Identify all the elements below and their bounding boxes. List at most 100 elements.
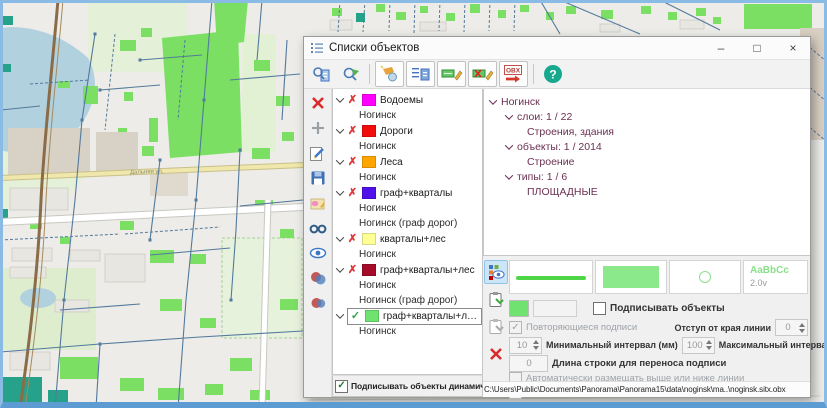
layer-map-name[interactable]: Ногинск xyxy=(335,247,482,262)
layer-item[interactable]: ✗ граф+кварталы xyxy=(335,185,482,201)
spinner-arrows[interactable] xyxy=(705,340,713,350)
label-color-swatch[interactable] xyxy=(509,300,529,317)
layer-label[interactable]: граф+кварталы+лес xyxy=(380,265,475,276)
chevron-down-icon[interactable] xyxy=(505,141,513,149)
layer-map-name[interactable]: Ногинск (граф дорог) xyxy=(335,293,482,308)
layer-label[interactable]: кварталы+лес xyxy=(380,234,446,245)
selected-item-box[interactable]: ✓ граф+кварталы+лес (пе... xyxy=(347,308,482,325)
fill-style-preview[interactable] xyxy=(595,260,667,294)
clear-style-icon[interactable] xyxy=(485,343,507,365)
legend-view-icon[interactable] xyxy=(484,260,508,284)
export-obx-icon[interactable]: OBX xyxy=(499,61,528,87)
dynamic-labels-checkbox[interactable] xyxy=(335,380,348,393)
layer-color-swatch[interactable] xyxy=(362,233,376,245)
label-objects-checkbox[interactable] xyxy=(593,302,606,315)
layer-label[interactable]: граф+кварталы+лес (пе... xyxy=(383,311,479,322)
tree-root[interactable]: Ногинск xyxy=(490,94,804,109)
chevron-down-icon[interactable] xyxy=(336,264,344,272)
tree-leaf[interactable]: ПЛОЩАДНЫЕ xyxy=(490,184,804,199)
point-style-preview[interactable] xyxy=(669,260,741,294)
dynamic-labels-row[interactable]: Подписывать объекты динамически xyxy=(332,375,483,397)
layer-map-name[interactable]: Ногинск xyxy=(335,201,482,216)
copy-style-icon[interactable] xyxy=(485,289,507,311)
edit-list-icon[interactable] xyxy=(308,144,328,162)
selection-overlay-1-icon[interactable] xyxy=(308,269,328,287)
minimize-button[interactable]: – xyxy=(706,38,736,58)
hidden-mark-icon[interactable]: ✗ xyxy=(347,265,358,276)
tree-leaf[interactable]: Строения, здания xyxy=(490,124,804,139)
chevron-down-icon[interactable] xyxy=(336,125,344,133)
layer-list[interactable]: ✗ Водоемы Ногинск ✗ Дороги Ногинск ✗ Лес… xyxy=(332,89,483,375)
layer-map-name[interactable]: Ногинск (граф дорог) xyxy=(335,216,482,231)
layer-map-name[interactable]: Ногинск xyxy=(335,324,482,339)
layer-item[interactable]: ✗ Леса xyxy=(335,154,482,170)
layer-item-selected[interactable]: ✓ граф+кварталы+лес (пе... xyxy=(335,308,482,324)
layer-color-swatch[interactable] xyxy=(362,264,376,276)
style-list-icon[interactable] xyxy=(308,194,328,212)
layer-label[interactable]: граф+кварталы xyxy=(380,188,452,199)
tree-node[interactable]: типы: 1 / 6 xyxy=(490,169,804,184)
line-style-preview[interactable] xyxy=(509,260,593,294)
hidden-mark-icon[interactable]: ✗ xyxy=(347,234,358,245)
find-binoculars-icon[interactable] xyxy=(308,219,328,237)
wrap-length-input[interactable]: 0 xyxy=(509,355,548,372)
layer-map-name[interactable]: Ногинск xyxy=(335,139,482,154)
layer-color-swatch[interactable] xyxy=(362,125,376,137)
hidden-mark-icon[interactable]: ✗ xyxy=(347,157,358,168)
layer-item[interactable]: ✗ Дороги xyxy=(335,123,482,139)
remove-from-list-icon[interactable] xyxy=(468,61,497,87)
dialog-list-icon xyxy=(311,42,323,54)
layer-color-swatch[interactable] xyxy=(362,94,376,106)
edit-list-composition-icon[interactable] xyxy=(437,61,466,87)
find-selected-icon[interactable] xyxy=(337,62,364,86)
max-interval-input[interactable]: 100 xyxy=(682,337,715,354)
chevron-down-icon[interactable] xyxy=(505,111,513,119)
layer-label[interactable]: Дороги xyxy=(380,126,413,137)
text-style-preview[interactable]: AaBbCc 2.0v xyxy=(743,260,808,294)
chevron-down-icon[interactable] xyxy=(336,94,344,102)
selection-overlay-2-icon[interactable] xyxy=(308,294,328,312)
delete-list-icon[interactable] xyxy=(308,94,328,112)
visible-mark-icon[interactable]: ✓ xyxy=(350,311,361,322)
maximize-button[interactable]: □ xyxy=(742,38,772,58)
show-on-map-eye-icon[interactable] xyxy=(308,244,328,262)
min-interval-input[interactable]: 10 xyxy=(509,337,542,354)
layer-label[interactable]: Леса xyxy=(380,157,403,168)
chevron-down-icon[interactable] xyxy=(336,310,344,318)
chevron-down-icon[interactable] xyxy=(336,233,344,241)
layer-item[interactable]: ✗ граф+кварталы+лес xyxy=(335,262,482,278)
chevron-down-icon[interactable] xyxy=(336,156,344,164)
tree-node[interactable]: слои: 1 / 22 xyxy=(490,109,804,124)
layer-item[interactable]: ✗ Водоемы xyxy=(335,92,482,108)
add-list-icon[interactable] xyxy=(308,119,328,137)
layer-map-name[interactable]: Ногинск xyxy=(335,108,482,123)
spinner-arrows[interactable] xyxy=(532,340,540,350)
edge-offset-input[interactable]: 0 xyxy=(775,319,808,336)
chevron-down-icon[interactable] xyxy=(336,187,344,195)
layer-map-name[interactable]: Ногинск xyxy=(335,278,482,293)
layer-color-swatch[interactable] xyxy=(362,156,376,168)
find-object-list-icon[interactable] xyxy=(308,62,335,86)
layer-color-swatch[interactable] xyxy=(365,310,379,322)
chevron-down-icon[interactable] xyxy=(505,171,513,179)
spinner-arrows[interactable] xyxy=(798,323,806,333)
hidden-mark-icon[interactable]: ✗ xyxy=(347,95,358,106)
layer-item[interactable]: ✗ кварталы+лес xyxy=(335,231,482,247)
object-list-filter-icon[interactable] xyxy=(406,61,435,87)
chevron-down-icon[interactable] xyxy=(489,96,497,104)
help-icon[interactable]: ? xyxy=(539,62,566,86)
highlight-flashlight-icon[interactable] xyxy=(375,61,404,87)
svg-text:OBX: OBX xyxy=(506,68,521,75)
selection-tree[interactable]: Ногинск слои: 1 / 22 Строения, здания об… xyxy=(483,89,810,256)
tree-leaf[interactable]: Строение xyxy=(490,154,804,169)
label-font-field xyxy=(533,300,577,317)
tree-node[interactable]: объекты: 1 / 2014 xyxy=(490,139,804,154)
hidden-mark-icon[interactable]: ✗ xyxy=(347,126,358,137)
close-button[interactable]: × xyxy=(778,38,808,58)
layer-color-swatch[interactable] xyxy=(362,187,376,199)
hidden-mark-icon[interactable]: ✗ xyxy=(347,188,358,199)
save-list-icon[interactable] xyxy=(308,169,328,187)
layer-label[interactable]: Водоемы xyxy=(380,95,423,106)
layer-map-name[interactable]: Ногинск xyxy=(335,170,482,185)
dialog-titlebar[interactable]: Списки объектов – □ × xyxy=(304,37,810,60)
